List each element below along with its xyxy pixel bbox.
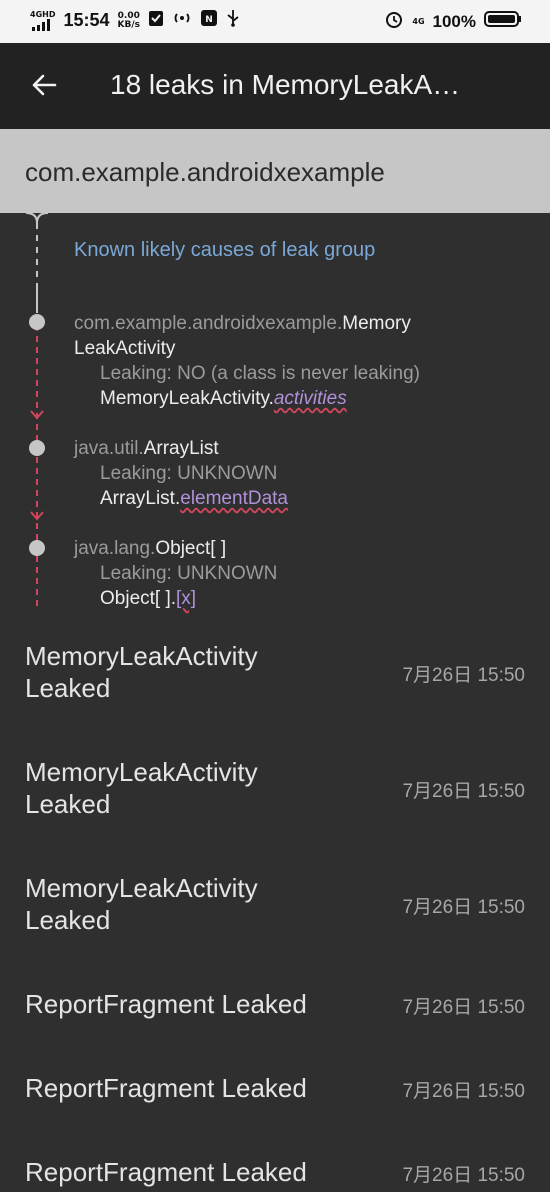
ref-field: [x] — [176, 588, 197, 609]
signal-icon: 4GHD — [30, 10, 55, 31]
leak-timestamp: 7月26日 15:50 — [402, 1081, 525, 1102]
group-header: com.example.androidxexample — [0, 129, 550, 213]
network-speed: 0.00 KB/s — [117, 11, 140, 30]
leak-title-line2: Leaked — [25, 673, 111, 703]
leak-title: MemoryLeakActivity Leaked — [25, 756, 258, 820]
known-causes-label: Known likely causes of leak group — [74, 239, 376, 261]
class-package: java.lang. — [74, 538, 156, 559]
app-toolbar: 18 leaks in MemoryLeakA… — [0, 43, 550, 129]
leak-title-line2: Leaked — [25, 789, 111, 819]
leak-title-line1: MemoryLeakActivity — [25, 641, 258, 671]
network-type: 4GHD — [30, 10, 56, 19]
nfc-icon: N — [200, 9, 218, 32]
leak-timestamp: 7月26日 15:50 — [402, 1165, 525, 1186]
trace-node-dot — [29, 540, 45, 556]
check-icon — [148, 9, 164, 32]
leak-title: MemoryLeakActivity Leaked — [25, 640, 258, 704]
leak-list-item[interactable]: ReportFragment Leaked 7月26日 15:50 — [0, 970, 550, 1054]
trace-node-class: java.util.ArrayList — [74, 438, 219, 460]
leak-title-line1: MemoryLeakActivity — [25, 873, 258, 903]
svg-text:N: N — [205, 15, 213, 25]
trace-node-class-cont: LeakActivity — [74, 338, 176, 359]
leak-timestamp: 7月26日 15:50 — [402, 997, 525, 1018]
back-button[interactable] — [22, 63, 66, 107]
leak-list-item[interactable]: MemoryLeakActivity Leaked 7月26日 15:50 — [0, 854, 550, 970]
leak-list-item[interactable]: ReportFragment Leaked 7月26日 15:50 — [0, 1138, 550, 1192]
network-4g: 4G — [412, 17, 425, 26]
leak-timestamp: 7月26日 15:50 — [402, 781, 525, 802]
leak-timestamp: 7月26日 15:50 — [402, 665, 525, 686]
hotspot-icon — [172, 11, 192, 30]
leaking-status: Leaking: UNKNOWN — [100, 463, 278, 484]
ref-field: elementData — [180, 488, 288, 509]
ref-owner: MemoryLeakActivity. — [100, 388, 274, 409]
leak-title: ReportFragment Leaked — [25, 1157, 307, 1187]
reference-field[interactable]: Object[ ].[x] — [100, 588, 196, 610]
reference-field[interactable]: MemoryLeakActivity.activities — [100, 388, 347, 410]
trace-node-class: com.example.androidxexample.Memory — [74, 313, 411, 335]
leak-title-line1: MemoryLeakActivity — [25, 757, 258, 787]
speed-unit: KB/s — [117, 19, 140, 30]
ref-owner: ArrayList. — [100, 488, 181, 509]
class-package: com.example.androidxexample. — [74, 313, 343, 334]
leak-title: ReportFragment Leaked — [25, 989, 307, 1019]
status-bar: 4GHD 15:54 0.00 KB/s N 4G 100% — [0, 0, 550, 43]
leak-title: ReportFragment Leaked — [25, 1073, 307, 1103]
package-name: com.example.androidxexample — [25, 157, 385, 187]
class-name: Object[ ] — [155, 538, 227, 559]
leaking-status: Leaking: UNKNOWN — [100, 563, 278, 584]
reference-field[interactable]: ArrayList.elementData — [100, 488, 288, 510]
leak-list-item[interactable]: MemoryLeakActivity Leaked 7月26日 15:50 — [0, 622, 550, 738]
leaking-status: Leaking: NO (a class is never leaking) — [100, 363, 420, 384]
battery-percent: 100% — [432, 11, 476, 31]
trace-node-class: java.lang.Object[ ] — [74, 538, 226, 560]
usb-icon — [226, 9, 240, 32]
trace-node-dot — [29, 440, 45, 456]
class-name: Memory — [342, 313, 411, 334]
toolbar-title: 18 leaks in MemoryLeakA… — [110, 69, 461, 100]
leak-timestamp: 7月26日 15:50 — [402, 897, 525, 918]
class-name: ArrayList — [143, 438, 219, 459]
class-package: java.util. — [74, 438, 144, 459]
leak-list-item[interactable]: ReportFragment Leaked 7月26日 15:50 — [0, 1054, 550, 1138]
ref-owner: Object[ ]. — [100, 588, 177, 609]
status-time: 15:54 — [63, 10, 110, 30]
arrow-back-icon — [32, 74, 57, 96]
leak-list-item[interactable]: MemoryLeakActivity Leaked 7月26日 15:50 — [0, 738, 550, 854]
battery-icon — [484, 10, 522, 33]
trace-node-dot — [29, 314, 45, 330]
leak-title-line2: Leaked — [25, 905, 111, 935]
alarm-icon — [384, 9, 404, 34]
leak-trace: Known likely causes of leak group com.ex… — [0, 213, 550, 618]
ref-field: activities — [273, 388, 347, 409]
leak-title: MemoryLeakActivity Leaked — [25, 872, 258, 936]
